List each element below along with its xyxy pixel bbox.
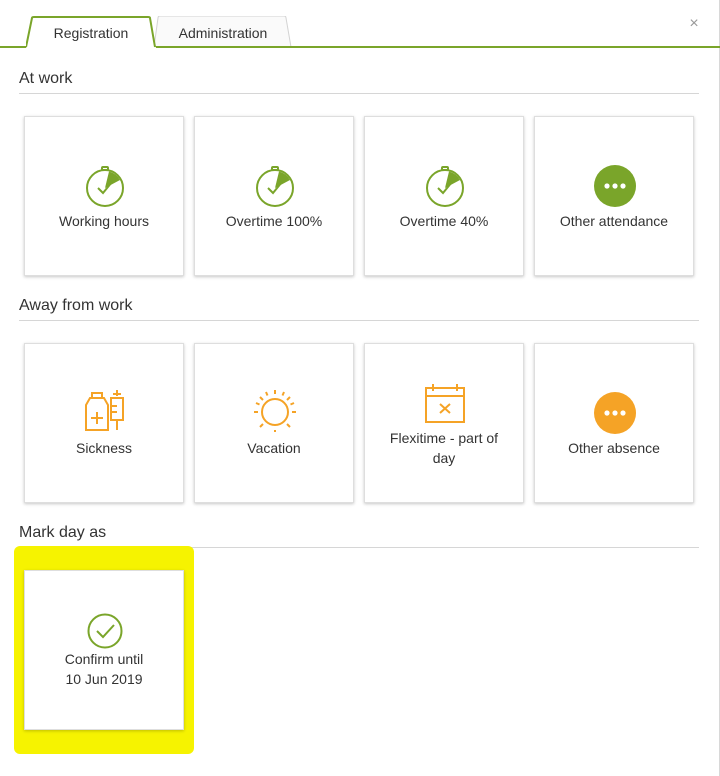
section-divider [19, 320, 699, 321]
tile-label: Working hours [58, 213, 149, 229]
close-icon: × [689, 15, 699, 32]
medicine-icon [85, 390, 124, 431]
calendar-icon [425, 384, 465, 423]
tile-label: Other attendance [559, 213, 669, 229]
section-divider [19, 93, 699, 94]
tile-vacation[interactable]: Vacation [194, 343, 354, 503]
tile-confirm-until[interactable]: Confirm until 10 Jun 2019 [24, 570, 184, 730]
tile-label: Other absence [568, 440, 660, 456]
section-title-away-from-work: Away from work [19, 297, 133, 314]
tile-label: Vacation [247, 440, 301, 456]
tile-other-absence[interactable]: Other absence [534, 343, 694, 503]
registration-dialog: Administration Registration × At work Wo… [0, 0, 720, 776]
tile-label-line1: Flexitime - part of [389, 430, 499, 446]
more-dots-icon [594, 392, 636, 434]
tile-overtime-40[interactable]: Overtime 40% [364, 116, 524, 276]
tab-administration-label: Administration [178, 25, 268, 41]
tile-label-line1: Confirm until [64, 651, 144, 667]
stopwatch-icon [256, 166, 294, 207]
tile-other-attendance[interactable]: Other attendance [534, 116, 694, 276]
tile-label-line2: 10 Jun 2019 [65, 671, 143, 687]
more-dots-icon [594, 165, 636, 207]
tile-working-hours[interactable]: Working hours [24, 116, 184, 276]
tile-label: Overtime 100% [225, 213, 323, 229]
tab-registration-label: Registration [53, 25, 129, 41]
tile-label-line2: day [432, 450, 456, 466]
sun-icon [254, 390, 296, 432]
tab-administration[interactable]: Administration [154, 16, 292, 48]
tile-sickness[interactable]: Sickness [24, 343, 184, 503]
section-title-mark-day-as: Mark day as [19, 524, 107, 541]
tab-registration[interactable]: Registration [26, 16, 156, 48]
tile-label: Sickness [75, 440, 133, 456]
stopwatch-icon [86, 166, 124, 207]
tile-label: Overtime 40% [399, 213, 489, 229]
close-button[interactable]: × [684, 14, 704, 34]
tile-overtime-100[interactable]: Overtime 100% [194, 116, 354, 276]
section-title-at-work: At work [19, 70, 73, 87]
stopwatch-icon [426, 166, 464, 207]
tab-bar: Administration Registration × [0, 0, 720, 48]
check-circle-icon [87, 613, 123, 649]
tile-flexitime[interactable]: Flexitime - part of day [364, 343, 524, 503]
